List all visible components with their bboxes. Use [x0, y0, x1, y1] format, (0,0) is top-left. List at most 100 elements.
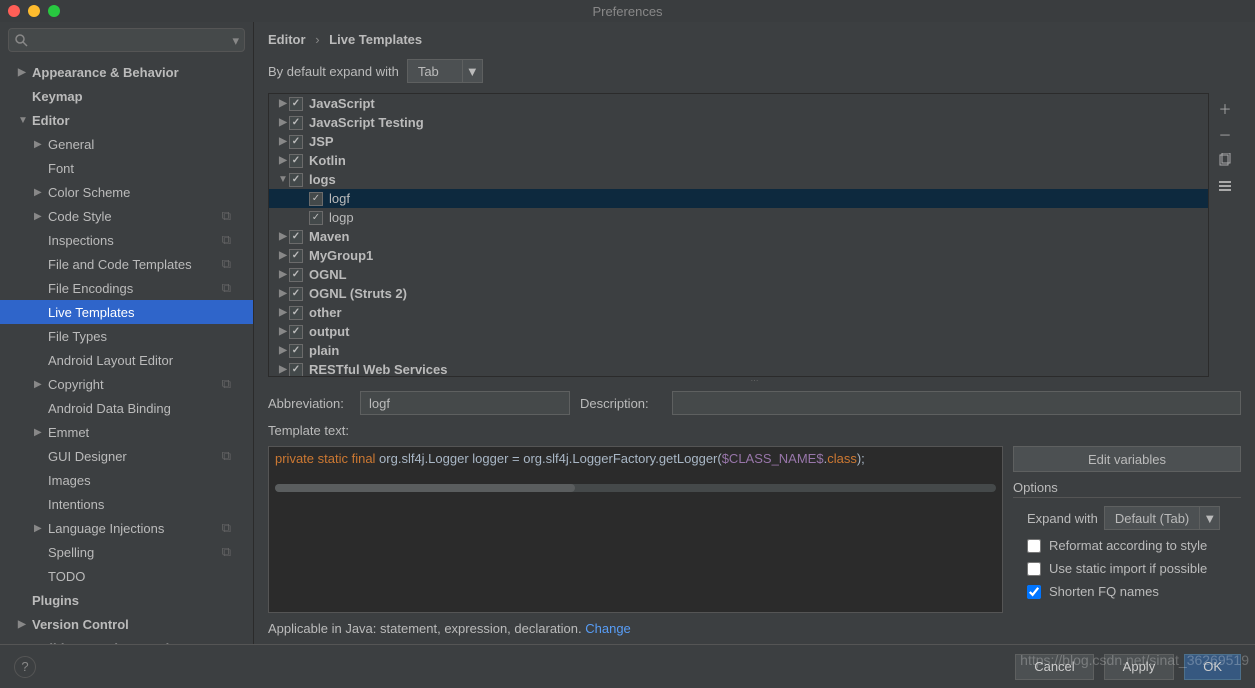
static-import-checkbox[interactable] — [1027, 562, 1041, 576]
tree-row[interactable]: ▶✓RESTful Web Services — [269, 360, 1208, 377]
checkbox[interactable]: ✓ — [309, 211, 323, 225]
checkbox[interactable]: ✓ — [289, 325, 303, 339]
horizontal-scrollbar[interactable] — [275, 484, 996, 492]
ok-button[interactable]: OK — [1184, 654, 1241, 680]
sidebar-item[interactable]: ▶Code Style⧉ — [0, 204, 253, 228]
zoom-window-button[interactable] — [48, 5, 60, 17]
chevron-right-icon[interactable]: ▶ — [277, 345, 289, 356]
checkbox[interactable]: ✓ — [289, 363, 303, 377]
chevron-right-icon[interactable]: ▶ — [277, 307, 289, 318]
sidebar-item[interactable]: Intentions — [0, 492, 253, 516]
checkbox[interactable]: ✓ — [289, 97, 303, 111]
checkbox[interactable]: ✓ — [289, 287, 303, 301]
tree-row[interactable]: ▶✓OGNL — [269, 265, 1208, 284]
chevron-right-icon[interactable]: ▶ — [277, 231, 289, 242]
template-tree[interactable]: ▶✓JavaScript▶✓JavaScript Testing▶✓JSP▶✓K… — [268, 93, 1209, 377]
checkbox[interactable]: ✓ — [289, 154, 303, 168]
chevron-right-icon[interactable]: ▶ — [277, 364, 289, 375]
expand-combo[interactable]: Tab ▼ — [407, 59, 483, 83]
sidebar-item[interactable]: Font — [0, 156, 253, 180]
sidebar-item[interactable]: Keymap — [0, 84, 253, 108]
sidebar-item[interactable]: ▶Color Scheme — [0, 180, 253, 204]
reformat-option[interactable]: Reformat according to style — [1013, 538, 1241, 553]
checkbox[interactable]: ✓ — [289, 135, 303, 149]
checkbox[interactable]: ✓ — [289, 268, 303, 282]
tree-row[interactable]: ▶✓OGNL (Struts 2) — [269, 284, 1208, 303]
sidebar-item[interactable]: Plugins — [0, 588, 253, 612]
shorten-fq-option[interactable]: Shorten FQ names — [1013, 584, 1241, 599]
search-input[interactable] — [8, 28, 245, 52]
chevron-down-icon[interactable]: ▼ — [462, 59, 482, 83]
sidebar-item[interactable]: File Types — [0, 324, 253, 348]
reformat-checkbox[interactable] — [1027, 539, 1041, 553]
remove-icon[interactable]: － — [1216, 125, 1234, 143]
chevron-down-icon[interactable]: ▾ — [232, 33, 239, 49]
sidebar-item[interactable]: ▶Build, Execution, Deployment — [0, 636, 253, 644]
sidebar-item[interactable]: Spelling⧉ — [0, 540, 253, 564]
checkbox[interactable]: ✓ — [289, 230, 303, 244]
chevron-right-icon[interactable]: ▶ — [277, 117, 289, 128]
description-input[interactable] — [672, 391, 1241, 415]
sidebar-item[interactable]: GUI Designer⧉ — [0, 444, 253, 468]
chevron-right-icon[interactable]: ▶ — [277, 155, 289, 166]
sidebar-item[interactable]: ▶Copyright⧉ — [0, 372, 253, 396]
sidebar-item[interactable]: ▶Version Control — [0, 612, 253, 636]
abbreviation-input[interactable] — [360, 391, 570, 415]
shorten-fq-checkbox[interactable] — [1027, 585, 1041, 599]
template-text-editor[interactable]: private static final org.slf4j.Logger lo… — [268, 446, 1003, 613]
chevron-down-icon[interactable]: ▼ — [277, 174, 289, 185]
tree-row[interactable]: ▶✓Maven — [269, 227, 1208, 246]
chevron-right-icon[interactable]: ▶ — [277, 250, 289, 261]
sidebar-item[interactable]: Android Layout Editor — [0, 348, 253, 372]
checkbox[interactable]: ✓ — [289, 173, 303, 187]
sidebar-item[interactable]: ▶Emmet — [0, 420, 253, 444]
add-icon[interactable]: ＋ — [1216, 99, 1234, 117]
sidebar-item[interactable]: Live Templates — [0, 300, 253, 324]
sidebar-item[interactable]: ▶General — [0, 132, 253, 156]
cancel-button[interactable]: Cancel — [1015, 654, 1093, 680]
change-link[interactable]: Change — [585, 621, 631, 636]
minimize-window-button[interactable] — [28, 5, 40, 17]
tree-row[interactable]: ▶✓other — [269, 303, 1208, 322]
checkbox[interactable]: ✓ — [289, 306, 303, 320]
tree-row[interactable]: ▶✓Kotlin — [269, 151, 1208, 170]
checkbox[interactable]: ✓ — [289, 116, 303, 130]
checkbox[interactable]: ✓ — [309, 192, 323, 206]
chevron-right-icon[interactable]: ▶ — [277, 269, 289, 280]
sidebar-item[interactable]: Images — [0, 468, 253, 492]
sidebar-item[interactable]: File and Code Templates⧉ — [0, 252, 253, 276]
tree-row[interactable]: ▶✓JavaScript — [269, 94, 1208, 113]
sidebar-item[interactable]: ▶Language Injections⧉ — [0, 516, 253, 540]
expand-with-combo[interactable]: Default (Tab) ▼ — [1104, 506, 1220, 530]
chevron-right-icon[interactable]: ▶ — [277, 326, 289, 337]
static-import-option[interactable]: Use static import if possible — [1013, 561, 1241, 576]
edit-variables-button[interactable]: Edit variables — [1013, 446, 1241, 472]
settings-icon[interactable] — [1216, 177, 1234, 195]
close-window-button[interactable] — [8, 5, 20, 17]
help-button[interactable]: ? — [14, 656, 36, 678]
sidebar-item[interactable]: Android Data Binding — [0, 396, 253, 420]
tree-row[interactable]: ▼✓logs — [269, 170, 1208, 189]
sidebar-item[interactable]: File Encodings⧉ — [0, 276, 253, 300]
sidebar-item[interactable]: ▶Appearance & Behavior — [0, 60, 253, 84]
chevron-right-icon[interactable]: ▶ — [277, 288, 289, 299]
tree-row[interactable]: ▶✓JavaScript Testing — [269, 113, 1208, 132]
tree-row[interactable]: ▶✓JSP — [269, 132, 1208, 151]
scrollbar-thumb[interactable] — [275, 484, 575, 492]
checkbox[interactable]: ✓ — [289, 344, 303, 358]
sidebar-item[interactable]: Inspections⧉ — [0, 228, 253, 252]
copy-icon[interactable] — [1216, 151, 1234, 169]
tree-row[interactable]: ▶✓plain — [269, 341, 1208, 360]
chevron-down-icon[interactable]: ▼ — [1199, 506, 1219, 530]
sidebar-item[interactable]: ▼Editor — [0, 108, 253, 132]
tree-row[interactable]: ✓logp — [269, 208, 1208, 227]
tree-row[interactable]: ▶✓output — [269, 322, 1208, 341]
checkbox[interactable]: ✓ — [289, 249, 303, 263]
chevron-right-icon[interactable]: ▶ — [277, 136, 289, 147]
sidebar-item[interactable]: TODO — [0, 564, 253, 588]
breadcrumb-root[interactable]: Editor — [268, 32, 306, 47]
chevron-right-icon[interactable]: ▶ — [277, 98, 289, 109]
nav-tree[interactable]: ▶Appearance & BehaviorKeymap▼Editor▶Gene… — [0, 58, 253, 644]
tree-row[interactable]: ▶✓MyGroup1 — [269, 246, 1208, 265]
apply-button[interactable]: Apply — [1104, 654, 1175, 680]
